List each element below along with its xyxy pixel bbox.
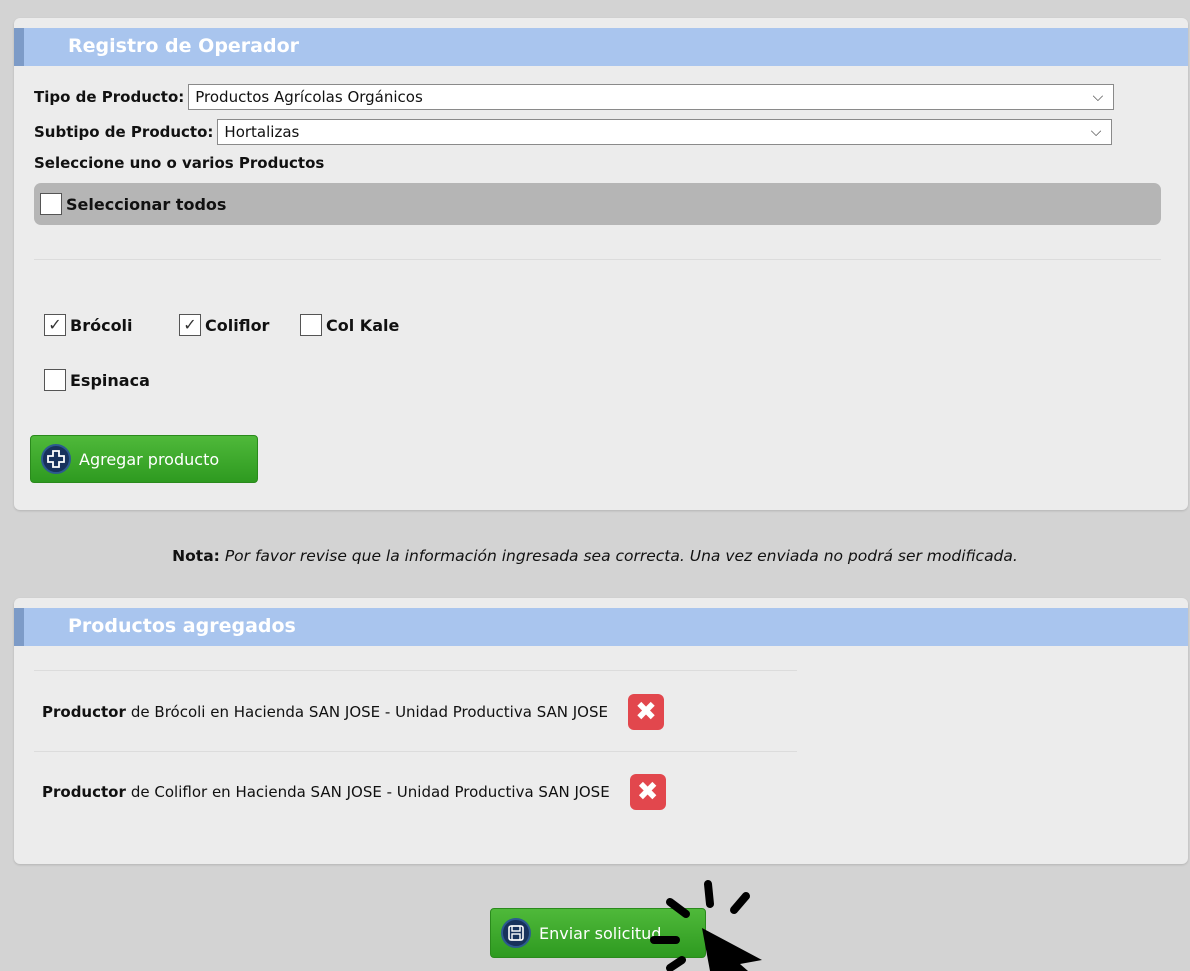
registro-operador-panel: Registro de Operador Tipo de Producto: P… xyxy=(14,18,1188,510)
divider xyxy=(34,751,797,752)
item-role: Productor xyxy=(42,783,126,801)
subtipo-producto-value: Hortalizas xyxy=(224,123,300,141)
list-item: Productor de Coliflor en Hacienda SAN JO… xyxy=(42,774,666,810)
nota-message: Por favor revise que la información ingr… xyxy=(224,547,1018,565)
seleccione-productos-label: Seleccione uno o varios Productos xyxy=(34,154,325,172)
divider xyxy=(34,670,797,671)
item-text: de Coliflor en Hacienda SAN JOSE - Unida… xyxy=(130,783,610,801)
product-option-espinaca[interactable]: Espinaca xyxy=(44,369,150,391)
checkmark-icon: ✓ xyxy=(183,315,197,334)
subtipo-producto-label: Subtipo de Producto: xyxy=(34,123,214,141)
espinaca-checkbox[interactable] xyxy=(44,369,66,391)
item-text: de Brócoli en Hacienda SAN JOSE - Unidad… xyxy=(130,703,608,721)
coliflor-checkbox[interactable]: ✓ xyxy=(179,314,201,336)
nota-label: Nota: xyxy=(172,547,220,565)
tipo-producto-select[interactable]: Productos Agrícolas Orgánicos ⌵ xyxy=(188,84,1115,110)
brocoli-label: Brócoli xyxy=(70,315,133,335)
delete-product-button[interactable]: ✖ xyxy=(629,774,666,810)
productos-panel-title: Productos agregados xyxy=(68,615,296,637)
select-all-bar[interactable]: Seleccionar todos xyxy=(34,183,1161,225)
tipo-producto-value: Productos Agrícolas Orgánicos xyxy=(195,88,423,106)
product-option-coliflor[interactable]: ✓ Coliflor xyxy=(179,314,269,336)
tipo-producto-row: Tipo de Producto: Productos Agrícolas Or… xyxy=(34,84,1115,110)
productos-agregados-panel: Productos agregados Productor de Brócoli… xyxy=(14,598,1188,864)
select-all-label: Seleccionar todos xyxy=(66,194,227,214)
col-kale-checkbox[interactable] xyxy=(300,314,322,336)
tipo-producto-label: Tipo de Producto: xyxy=(34,88,185,106)
registro-panel-title: Registro de Operador xyxy=(68,35,300,57)
agregar-producto-label: Agregar producto xyxy=(79,449,220,469)
divider xyxy=(34,259,1161,260)
list-item: Productor de Brócoli en Hacienda SAN JOS… xyxy=(42,694,664,730)
coliflor-label: Coliflor xyxy=(205,315,270,335)
subtipo-producto-row: Subtipo de Producto: Hortalizas ⌵ xyxy=(34,119,1113,145)
plus-circle-icon xyxy=(41,444,71,474)
product-option-brocoli[interactable]: ✓ Brócoli xyxy=(44,314,133,336)
product-option-col-kale[interactable]: Col Kale xyxy=(300,314,399,336)
close-x-icon: ✖ xyxy=(636,777,659,807)
delete-product-button[interactable]: ✖ xyxy=(627,694,664,730)
brocoli-checkbox[interactable]: ✓ xyxy=(44,314,66,336)
agregar-producto-button[interactable]: Agregar producto xyxy=(30,435,258,483)
enviar-solicitud-label: Enviar solicitud xyxy=(539,923,662,943)
registro-panel-header: Registro de Operador xyxy=(14,28,1188,66)
chevron-down-icon: ⌵ xyxy=(1092,89,1104,105)
item-role: Productor xyxy=(42,703,126,721)
subtipo-producto-select[interactable]: Hortalizas ⌵ xyxy=(217,119,1113,145)
select-all-checkbox[interactable] xyxy=(40,193,62,215)
col-kale-label: Col Kale xyxy=(326,315,400,335)
checkmark-icon: ✓ xyxy=(48,315,62,334)
productos-panel-header: Productos agregados xyxy=(14,608,1188,646)
floppy-disk-icon xyxy=(501,918,531,948)
nota-text: Nota: Por favor revise que la informació… xyxy=(0,547,1190,565)
close-x-icon: ✖ xyxy=(635,697,657,727)
espinaca-label: Espinaca xyxy=(70,370,150,390)
chevron-down-icon: ⌵ xyxy=(1090,124,1102,140)
enviar-solicitud-button[interactable]: Enviar solicitud xyxy=(490,908,706,958)
